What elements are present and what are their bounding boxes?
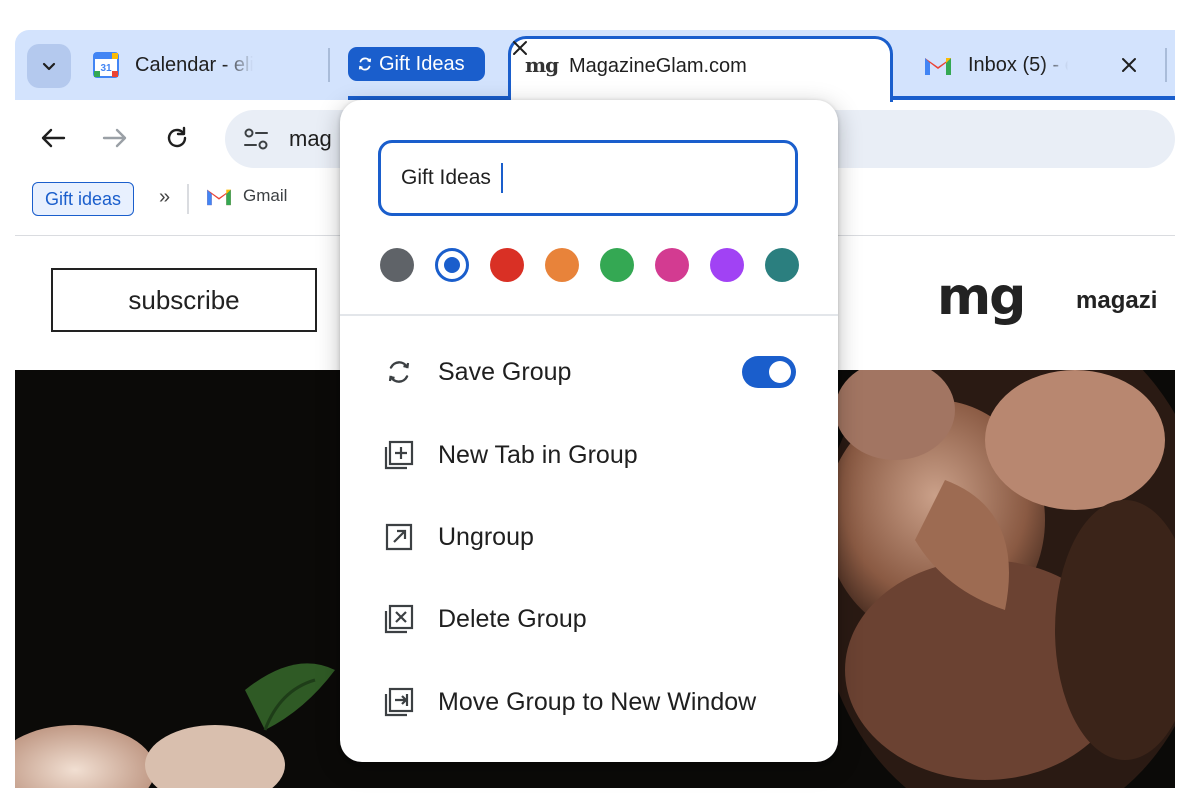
group-name-value: Gift Ideas (401, 166, 491, 189)
color-swatch-orange[interactable] (545, 248, 579, 282)
menu-item-label: Save Group (438, 357, 572, 386)
menu-item-label: Move Group to New Window (438, 687, 757, 716)
tab-strip: 31 Calendar - elis Gift Ideas mg Magazin… (15, 30, 1175, 104)
move-to-window-icon (382, 685, 416, 719)
menu-item-save-group[interactable]: Save Group (340, 336, 838, 408)
color-swatch-blue[interactable] (435, 248, 469, 282)
color-swatch-cyan[interactable] (765, 248, 799, 282)
tab-divider (328, 48, 330, 82)
bookmark-group-gift-ideas[interactable]: Gift ideas (32, 182, 135, 216)
chevron-down-icon (42, 62, 56, 71)
subscribe-button[interactable]: subscribe (51, 268, 317, 332)
url-text: mag (289, 126, 332, 151)
close-tab-button[interactable] (1115, 51, 1143, 79)
text-caret (500, 163, 503, 193)
color-swatch-grey[interactable] (380, 248, 414, 282)
color-swatch-pink[interactable] (655, 248, 689, 282)
delete-group-icon (382, 602, 416, 636)
menu-item-new-tab-in-group[interactable]: New Tab in Group (340, 419, 838, 491)
menu-item-label: New Tab in Group (438, 440, 638, 469)
tab-group-chip[interactable]: Gift Ideas (348, 47, 485, 81)
color-swatch-purple[interactable] (710, 248, 744, 282)
tab-group-name: Gift Ideas (379, 52, 465, 75)
tab-active-magazineglam[interactable]: mg MagazineGlam.com (508, 36, 893, 102)
menu-item-move-group-new-window[interactable]: Move Group to New Window (340, 666, 838, 738)
tab-inbox[interactable]: Inbox (5) - elis (915, 30, 1155, 100)
ungroup-icon (382, 520, 416, 554)
reload-icon (167, 126, 187, 148)
site-info-icon[interactable] (243, 127, 269, 151)
bookmarks-divider (187, 184, 189, 214)
tab-calendar[interactable]: 31 Calendar - elis (89, 30, 378, 100)
tab-title: MagazineGlam.com (569, 55, 747, 77)
color-picker (380, 248, 800, 282)
site-name[interactable]: magazi (1076, 287, 1157, 315)
reload-button[interactable] (159, 120, 195, 156)
popup-divider (340, 314, 838, 316)
gmail-favicon-icon (925, 58, 951, 75)
menu-item-delete-group[interactable]: Delete Group (340, 583, 838, 655)
tab-title: Calendar - elis (135, 53, 253, 76)
calendar-favicon-icon: 31 (93, 52, 119, 78)
bookmarks-overflow-button[interactable]: » (159, 186, 170, 209)
new-tab-icon (382, 438, 416, 472)
group-name-input[interactable]: Gift Ideas (378, 140, 798, 216)
sync-icon (382, 355, 416, 389)
tab-divider (1165, 48, 1167, 82)
magazineglam-favicon-icon: mg (525, 53, 559, 77)
sync-icon (358, 57, 372, 71)
bookmark-label: Gmail (243, 186, 288, 205)
save-group-toggle[interactable] (742, 356, 796, 388)
color-swatch-green[interactable] (600, 248, 634, 282)
tab-title: Inbox (5) - elis (968, 53, 1068, 76)
menu-item-label: Ungroup (438, 522, 534, 551)
site-logo[interactable]: mg (937, 267, 1026, 327)
close-icon (1122, 58, 1136, 72)
svg-text:31: 31 (100, 63, 112, 74)
tab-search-button[interactable] (27, 44, 71, 88)
arrow-right-icon (102, 128, 127, 148)
back-button[interactable] (35, 120, 71, 156)
tab-group-editor-popup: Gift Ideas Save Group New Tab in Group U… (340, 100, 838, 762)
arrow-left-icon (41, 128, 66, 148)
forward-button[interactable] (97, 120, 133, 156)
bookmark-gmail[interactable]: Gmail (205, 186, 287, 206)
color-swatch-red[interactable] (490, 248, 524, 282)
menu-item-ungroup[interactable]: Ungroup (340, 501, 838, 573)
menu-item-label: Delete Group (438, 604, 587, 633)
gmail-icon (207, 189, 231, 206)
